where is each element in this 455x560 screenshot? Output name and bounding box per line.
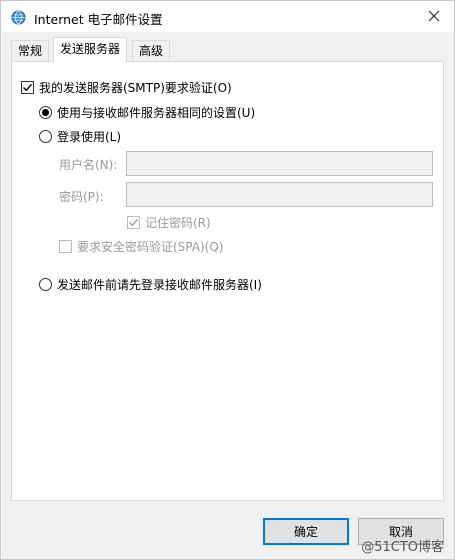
- checkbox-box[interactable]: [21, 81, 34, 94]
- smtp-auth-checkbox[interactable]: 我的发送服务器(SMTP)要求验证(O): [21, 79, 232, 96]
- tab-outgoing-server[interactable]: 发送服务器: [53, 37, 128, 62]
- radio-button[interactable]: [39, 106, 52, 119]
- ok-button[interactable]: 确定: [263, 518, 349, 545]
- tab-advanced[interactable]: 高级: [132, 40, 171, 61]
- check-icon: [129, 218, 139, 227]
- login-using-radio[interactable]: 登录使用(L): [39, 128, 121, 145]
- close-button[interactable]: [414, 2, 454, 32]
- close-icon: [428, 10, 440, 25]
- spa-label: 要求安全密码验证(SPA)(Q): [77, 240, 224, 254]
- dialog-window: Internet 电子邮件设置 常规 发送服务器 高级 我的发送服务器(SMTP…: [0, 0, 455, 560]
- remember-password-checkbox[interactable]: 记住密码(R): [127, 214, 211, 231]
- logon-before-sending-label: 发送邮件前请先登录接收邮件服务器(I): [57, 278, 262, 292]
- logon-before-sending-radio[interactable]: 发送邮件前请先登录接收邮件服务器(I): [39, 276, 262, 293]
- username-label: 用户名(N):: [59, 158, 118, 172]
- password-field[interactable]: [126, 182, 433, 207]
- spa-checkbox[interactable]: 要求安全密码验证(SPA)(Q): [59, 238, 223, 255]
- globe-mail-icon: [11, 10, 26, 25]
- use-same-settings-radio[interactable]: 使用与接收邮件服务器相同的设置(U): [39, 104, 255, 121]
- use-same-settings-label: 使用与接收邮件服务器相同的设置(U): [57, 106, 256, 120]
- outgoing-server-panel: 我的发送服务器(SMTP)要求验证(O) 使用与接收邮件服务器相同的设置(U) …: [11, 61, 444, 501]
- password-label: 密码(P):: [59, 190, 104, 204]
- watermark: @51CTO博客: [361, 540, 444, 555]
- remember-password-label: 记住密码(R): [145, 216, 211, 230]
- tab-general[interactable]: 常规: [11, 40, 50, 61]
- radio-button[interactable]: [39, 130, 52, 143]
- radio-button[interactable]: [39, 278, 52, 291]
- radio-selected-dot: [42, 109, 49, 116]
- smtp-auth-label: 我的发送服务器(SMTP)要求验证(O): [39, 81, 232, 95]
- dialog-body: 常规 发送服务器 高级 我的发送服务器(SMTP)要求验证(O) 使用与接收邮件…: [2, 32, 454, 559]
- login-using-label: 登录使用(L): [57, 130, 122, 144]
- check-icon: [23, 83, 33, 92]
- username-field[interactable]: [126, 151, 433, 176]
- window-title: Internet 电子邮件设置: [34, 12, 163, 27]
- title-bar[interactable]: Internet 电子邮件设置: [2, 2, 454, 32]
- checkbox-box[interactable]: [59, 240, 72, 253]
- checkbox-box[interactable]: [127, 216, 140, 229]
